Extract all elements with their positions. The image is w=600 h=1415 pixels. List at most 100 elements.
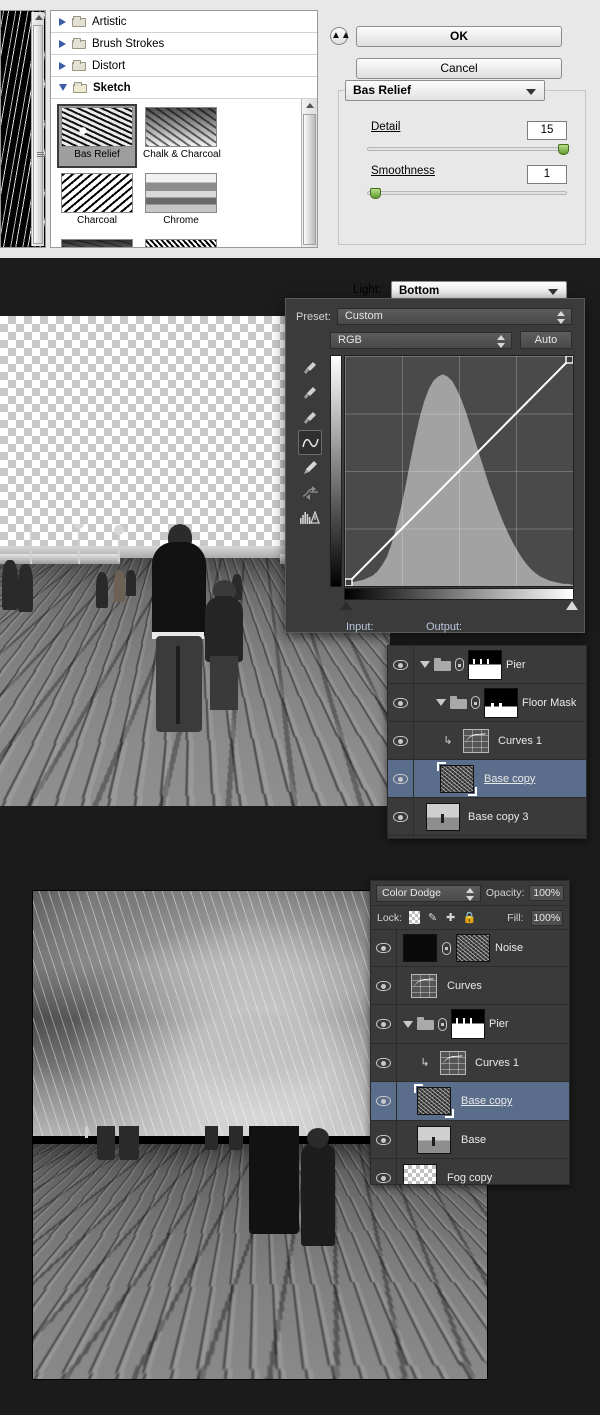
filter-category-distort[interactable]: Distort <box>51 55 317 77</box>
histogram-warning-icon[interactable] <box>298 505 322 530</box>
curves-dialog[interactable]: Preset: Custom RGB Auto Input: Output: <box>285 298 585 633</box>
layer-visibility-toggle[interactable] <box>371 1082 397 1120</box>
layer-thumbnail[interactable] <box>437 761 477 796</box>
smooth-curve-icon[interactable] <box>298 480 322 505</box>
layer-name[interactable]: Curves <box>447 980 482 992</box>
layer-visibility-toggle[interactable] <box>371 1044 397 1081</box>
curves-adjustment-icon[interactable] <box>411 973 437 998</box>
fill-value[interactable]: 100% <box>530 909 563 926</box>
filter-category-artistic[interactable]: Artistic <box>51 11 317 33</box>
scroll-up-arrow-icon[interactable] <box>306 103 314 108</box>
layer-name[interactable]: Pier <box>489 1018 509 1030</box>
layer-visibility-toggle[interactable] <box>388 760 414 797</box>
layer-visibility-toggle[interactable] <box>371 1159 397 1184</box>
ok-button[interactable]: OK <box>356 26 562 47</box>
curves-adjustment-icon[interactable] <box>463 728 489 753</box>
layer-name[interactable]: Base copy <box>461 1095 512 1107</box>
layer-name[interactable]: Noise <box>495 942 523 954</box>
spinner-icon[interactable] <box>465 887 474 901</box>
scroll-thumb[interactable] <box>33 25 44 244</box>
layer-content[interactable]: Pier <box>397 1009 569 1039</box>
layer-visibility-toggle[interactable] <box>388 798 414 835</box>
layer-name[interactable]: Base <box>461 1134 486 1146</box>
layer-content[interactable]: Fog copy <box>397 1163 569 1184</box>
filter-category-brush-strokes[interactable]: Brush Strokes <box>51 33 317 55</box>
layer-visibility-toggle[interactable] <box>371 967 397 1004</box>
preset-dropdown[interactable]: Custom <box>336 308 572 325</box>
layer-name[interactable]: Base copy <box>484 773 535 785</box>
layer-content[interactable]: ↳ Curves 1 <box>397 1050 569 1075</box>
white-point-eyedropper-icon[interactable] <box>298 405 322 430</box>
table-row[interactable]: ↳ Curves 1 <box>388 722 586 760</box>
filter-item-graphic-pen[interactable]: Graphic Pen <box>141 236 221 247</box>
layers-panel-bottom[interactable]: Color Dodge Opacity: 100% Lock: ✎ ✚ 🔒 Fi… <box>370 880 570 1185</box>
layer-mask-thumbnail[interactable] <box>468 649 502 680</box>
link-icon[interactable] <box>455 658 464 671</box>
layer-name[interactable]: Base copy 3 <box>468 811 529 823</box>
opacity-value[interactable]: 100% <box>529 885 564 901</box>
chevron-right-icon[interactable] <box>59 17 66 26</box>
layer-thumbnail[interactable] <box>403 934 437 962</box>
lock-image-pixels-icon[interactable]: ✎ <box>427 911 438 924</box>
layer-content[interactable]: ↳ Curves 1 <box>414 728 586 753</box>
table-row[interactable]: ↳ Curves 1 <box>371 1044 569 1082</box>
filter-category-list[interactable]: Artistic Brush Strokes Distort Sketch Ba… <box>50 10 318 248</box>
layer-visibility-toggle[interactable] <box>388 722 414 759</box>
black-point-eyedropper-icon[interactable] <box>298 355 322 380</box>
table-row[interactable]: Floor Mask <box>388 684 586 722</box>
table-row[interactable]: Pier <box>388 646 586 684</box>
layer-thumbnail[interactable] <box>414 1084 454 1118</box>
layer-mask-thumbnail[interactable] <box>484 687 518 718</box>
layer-content[interactable]: Floor Mask <box>414 687 586 718</box>
layer-mask-thumbnail[interactable] <box>451 1009 485 1039</box>
chevron-down-icon[interactable] <box>436 699 446 706</box>
layer-content[interactable]: Base copy 3 <box>414 802 586 831</box>
layers-panel-top[interactable]: Pier Floor Mask ↳ Curves 1 Base copy Bas… <box>387 645 587 839</box>
filter-item-bas-relief[interactable]: Bas Relief <box>57 104 137 168</box>
filter-name-dropdown[interactable]: Bas Relief <box>345 80 545 101</box>
curves-graph-area[interactable] <box>330 355 578 610</box>
layer-visibility-toggle[interactable] <box>371 1005 397 1043</box>
preview-scrollbar[interactable] <box>31 12 44 246</box>
link-icon[interactable] <box>442 941 451 955</box>
blend-mode-dropdown[interactable]: Color Dodge <box>376 884 481 902</box>
chevron-right-icon[interactable] <box>59 61 66 70</box>
curve-path[interactable] <box>345 356 573 586</box>
layer-thumbnail[interactable] <box>417 1125 451 1154</box>
layer-content[interactable]: Noise <box>397 934 569 962</box>
lock-transparent-pixels-icon[interactable] <box>409 911 421 924</box>
curve-tool-icon[interactable] <box>298 430 322 455</box>
table-row[interactable]: Base copy <box>371 1082 569 1121</box>
layer-content[interactable]: Base copy <box>397 1084 569 1118</box>
layer-name[interactable]: Fog copy <box>447 1172 492 1184</box>
layer-mask-thumbnail[interactable] <box>456 934 490 962</box>
link-icon[interactable] <box>471 696 480 709</box>
filter-preview-pane[interactable] <box>0 10 46 248</box>
layer-thumbnail[interactable] <box>426 802 460 831</box>
curves-tool-strip[interactable] <box>298 355 324 530</box>
lock-position-icon[interactable]: ✚ <box>445 911 456 924</box>
pencil-tool-icon[interactable] <box>298 455 322 480</box>
table-row[interactable]: Base <box>371 1121 569 1159</box>
black-point-stop[interactable] <box>340 601 352 610</box>
chevron-right-icon[interactable] <box>59 39 66 48</box>
layer-name[interactable]: Floor Mask <box>522 697 576 709</box>
filter-gallery-controls[interactable]: ▲▲ OK Cancel Bas Relief Detail 15 Smooth… <box>328 10 590 301</box>
table-row[interactable]: Noise <box>371 930 569 967</box>
smoothness-slider[interactable] <box>367 188 567 199</box>
layer-content[interactable]: Base <box>397 1125 569 1154</box>
filter-item-chrome[interactable]: Chrome <box>141 170 221 234</box>
curves-adjustment-icon[interactable] <box>440 1050 466 1075</box>
layer-name[interactable]: Curves 1 <box>475 1057 519 1069</box>
table-row[interactable]: Curves <box>371 967 569 1005</box>
link-icon[interactable] <box>438 1017 447 1031</box>
spinner-icon[interactable] <box>557 311 565 324</box>
curves-plot[interactable] <box>344 355 574 587</box>
scroll-up-arrow-icon[interactable] <box>35 15 43 20</box>
table-row[interactable]: Base copy 3 <box>388 798 586 836</box>
detail-value-input[interactable]: 15 <box>527 121 567 140</box>
gray-point-eyedropper-icon[interactable] <box>298 380 322 405</box>
channel-dropdown[interactable]: RGB <box>330 331 512 349</box>
detail-slider[interactable] <box>367 144 570 155</box>
layer-visibility-toggle[interactable] <box>388 646 414 683</box>
